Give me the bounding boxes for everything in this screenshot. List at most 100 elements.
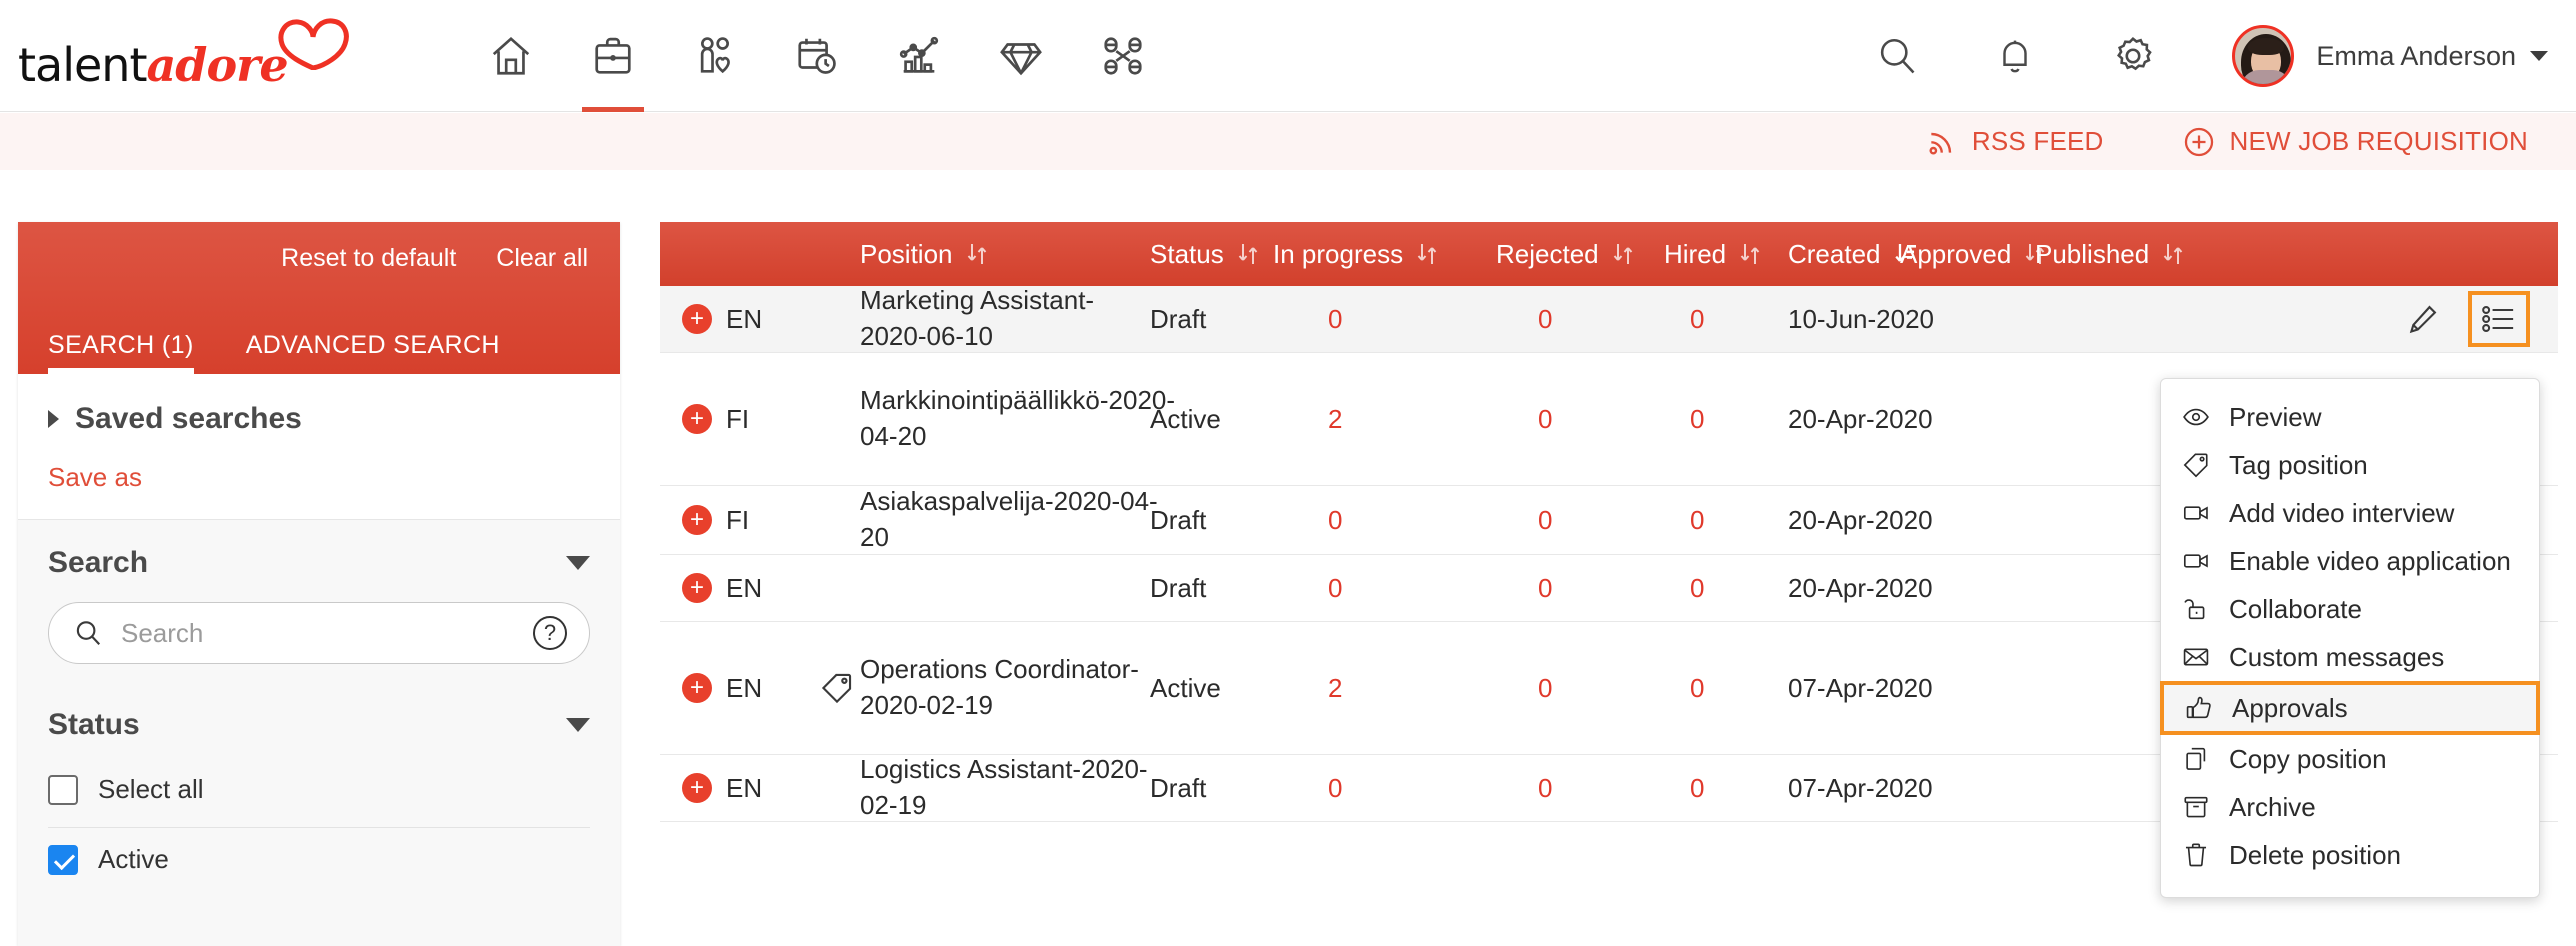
row-position-cell[interactable]: Asiakaspalvelija-2020-04-20 (860, 486, 1160, 554)
tag-icon (821, 673, 852, 704)
row-position-cell[interactable]: Marketing Assistant-2020-06-10 (860, 285, 1160, 352)
reset-to-default-button[interactable]: Reset to default (281, 244, 456, 273)
row-rejected-cell[interactable]: 0 (1538, 486, 1552, 554)
row-rejected-cell[interactable]: 0 (1538, 555, 1552, 621)
column-header-published[interactable]: Published (2035, 239, 2185, 270)
chevron-down-icon[interactable] (566, 556, 590, 570)
row-inprogress-cell[interactable]: 0 (1328, 486, 1342, 554)
row-menu-button[interactable] (2468, 291, 2530, 347)
notifications-button[interactable] (1956, 0, 2074, 112)
sort-icon (1613, 244, 1632, 264)
chevron-down-icon[interactable] (566, 718, 590, 732)
row-rejected-cell[interactable]: 0 (1538, 353, 1552, 485)
row-inprogress-cell[interactable]: 2 (1328, 353, 1342, 485)
menu-item-tag-position[interactable]: Tag position (2161, 441, 2539, 489)
menu-item-delete-position[interactable]: Delete position (2161, 831, 2539, 879)
expand-row-button[interactable]: + (682, 673, 712, 703)
row-rejected-cell[interactable]: 0 (1538, 622, 1552, 754)
row-inprogress-cell[interactable]: 2 (1328, 622, 1342, 754)
status-option-row[interactable]: Active (48, 828, 590, 891)
home-icon (492, 36, 530, 75)
search-field-wrapper: ? (48, 602, 590, 664)
nav-item-calendar[interactable] (766, 0, 868, 112)
nav-item-jobs[interactable] (562, 0, 664, 112)
row-hired-cell[interactable]: 0 (1690, 622, 1704, 754)
expand-row-button[interactable]: + (682, 773, 712, 803)
search-input[interactable] (121, 617, 515, 649)
search-section-header[interactable]: Search (48, 546, 590, 580)
row-rejected-cell[interactable]: 0 (1538, 286, 1552, 352)
menu-item-collaborate[interactable]: Collaborate (2161, 585, 2539, 633)
select-all-row[interactable]: Select all (48, 758, 590, 821)
new-job-requisition-button[interactable]: NEW JOB REQUISITION (2182, 125, 2528, 159)
column-header-status[interactable]: Status (1150, 239, 1260, 270)
rss-feed-button[interactable]: RSS FEED (1926, 126, 2104, 158)
row-hired-cell[interactable]: 0 (1690, 353, 1704, 485)
clear-all-button[interactable]: Clear all (496, 244, 588, 273)
expand-row-button[interactable]: + (682, 505, 712, 535)
nav-item-candidates[interactable] (664, 0, 766, 112)
expand-row-button[interactable]: + (682, 404, 712, 434)
list-menu-icon (2482, 306, 2514, 332)
app-logo[interactable]: talentadore (18, 14, 349, 96)
row-context-menu: Preview Tag position Add video interview (2160, 378, 2540, 898)
row-inprogress-cell[interactable]: 0 (1328, 755, 1342, 821)
nav-item-home[interactable] (460, 0, 562, 112)
row-hired-cell[interactable]: 0 (1690, 486, 1704, 554)
row-position-cell[interactable]: Logistics Assistant-2020-02-19 (860, 754, 1160, 821)
row-inprogress-cell[interactable]: 0 (1328, 286, 1342, 352)
sort-icon (1740, 244, 1760, 264)
global-search-button[interactable] (1838, 0, 1956, 112)
menu-item-approvals[interactable]: Approvals (2160, 681, 2540, 735)
menu-item-archive[interactable]: Archive (2161, 783, 2539, 831)
status-option-checkbox[interactable] (48, 844, 78, 875)
row-rejected-cell[interactable]: 0 (1538, 755, 1552, 821)
edit-position-button[interactable] (2392, 291, 2454, 347)
nav-item-talent-pool[interactable] (970, 0, 1072, 112)
table-row[interactable]: + EN Marketing Assistant-2020-06-10 Draf… (660, 285, 2558, 353)
expand-row-button[interactable]: + (682, 573, 712, 603)
settings-button[interactable] (2074, 0, 2192, 112)
rss-icon (1929, 132, 1952, 155)
row-created-cell: 20-Apr-2020 (1788, 555, 1933, 621)
row-position: Marketing Assistant-2020-06-10 (860, 285, 1095, 351)
save-as-button[interactable]: Save as (48, 462, 142, 493)
expand-row-button[interactable]: + (682, 304, 712, 334)
user-menu[interactable]: Emma Anderson (2316, 41, 2548, 72)
status-section-header[interactable]: Status (48, 708, 590, 742)
row-hired-cell[interactable]: 0 (1690, 286, 1704, 352)
row-position-cell[interactable]: Markkinointipäällikkö-2020-04-20 (860, 353, 1175, 485)
sidebar-header: Reset to default Clear all SEARCH (1) AD… (18, 222, 620, 374)
row-position-cell[interactable]: Operations Coordinator-2020-02-19 (860, 622, 1140, 754)
menu-item-preview[interactable]: Preview (2161, 393, 2539, 441)
search-icon (1881, 38, 1915, 74)
select-all-checkbox[interactable] (48, 774, 78, 805)
tab-advanced-search[interactable]: ADVANCED SEARCH (246, 331, 500, 374)
help-icon[interactable]: ? (533, 616, 567, 650)
video-icon (2181, 547, 2211, 575)
menu-item-copy-position[interactable]: Copy position (2161, 735, 2539, 783)
row-hired-cell[interactable]: 0 (1690, 755, 1704, 821)
people-heart-icon (700, 37, 730, 74)
menu-item-custom-messages[interactable]: Custom messages (2161, 633, 2539, 681)
nav-item-network[interactable] (1072, 0, 1174, 112)
row-created: 20-Apr-2020 (1788, 572, 1933, 603)
row-hired-cell[interactable]: 0 (1690, 555, 1704, 621)
tab-search[interactable]: SEARCH (1) (48, 331, 194, 374)
column-header-rejected[interactable]: Rejected (1496, 239, 1635, 270)
copy-icon (2181, 745, 2211, 773)
nav-item-analytics[interactable] (868, 0, 970, 112)
column-header-created[interactable]: Created (1788, 239, 1919, 270)
column-header-hired[interactable]: Hired (1664, 239, 1762, 270)
column-header-approved[interactable]: Approved (1900, 239, 2047, 270)
row-tag-cell[interactable] (820, 622, 854, 754)
saved-searches-toggle[interactable]: Saved searches (48, 402, 590, 436)
row-rejected: 0 (1538, 504, 1553, 535)
row-inprogress-cell[interactable]: 0 (1328, 555, 1342, 621)
avatar[interactable] (2232, 25, 2295, 87)
menu-item-add-video-interview[interactable]: Add video interview (2161, 489, 2539, 537)
row-lang-cell: + FI (682, 486, 749, 554)
column-header-in-progress[interactable]: In progress (1273, 239, 1439, 270)
column-header-position[interactable]: Position (860, 239, 989, 270)
menu-item-enable-video-application[interactable]: Enable video application (2161, 537, 2539, 585)
